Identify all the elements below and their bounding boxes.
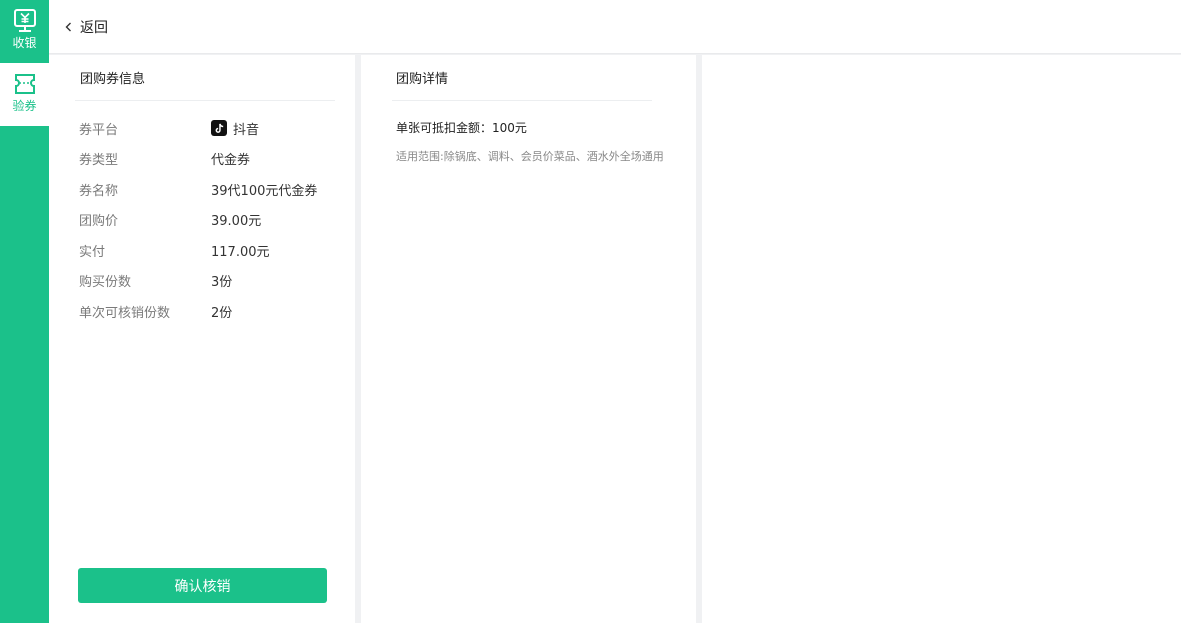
info-key: 单次可核销份数 xyxy=(79,305,171,321)
platform-name: 抖音 xyxy=(233,122,260,138)
ticket-verify-icon xyxy=(14,74,35,94)
info-row-name: 券名称 39代100元代金券 xyxy=(49,174,355,205)
info-key: 券平台 xyxy=(79,122,119,138)
panel-title: 团购详情 xyxy=(392,55,652,101)
info-value: 代金券 xyxy=(211,153,251,169)
info-value: 2份 xyxy=(211,305,233,321)
back-button[interactable]: 返回 xyxy=(63,17,108,37)
sidebar: 收银 验券 xyxy=(0,0,49,623)
sidebar-item-label: 验券 xyxy=(12,99,37,113)
sidebar-item-cashier[interactable]: 收银 xyxy=(0,0,49,63)
sidebar-item-label: 收银 xyxy=(12,36,37,50)
info-key: 券类型 xyxy=(79,153,119,169)
info-value: 39.00元 xyxy=(211,214,262,230)
tiktok-logo-icon xyxy=(211,120,227,137)
cashier-monitor-icon xyxy=(13,9,36,32)
info-row-paid: 实付 117.00元 xyxy=(49,235,355,266)
group-detail-panel: 团购详情 单张可抵扣金额：100元 适用范围:除锅底、调料、会员价菜品、酒水外全… xyxy=(361,55,696,623)
info-row-redeem-limit: 单次可核销份数 2份 xyxy=(49,296,355,327)
back-label: 返回 xyxy=(80,19,108,36)
info-key: 券名称 xyxy=(79,183,119,199)
info-list: 券平台 抖音 券类型 代金券 券名称 39代100元代金券 团购价 39.00元 xyxy=(49,101,355,327)
detail-body: 单张可抵扣金额：100元 适用范围:除锅底、调料、会员价菜品、酒水外全场通用 xyxy=(361,101,696,164)
info-row-platform: 券平台 抖音 xyxy=(49,113,355,144)
info-key: 实付 xyxy=(79,244,106,260)
deduct-amount-text: 单张可抵扣金额：100元 xyxy=(396,121,527,135)
usage-scope-text: 适用范围:除锅底、调料、会员价菜品、酒水外全场通用 xyxy=(396,150,664,163)
info-value: 抖音 xyxy=(211,119,259,138)
empty-panel xyxy=(702,55,1181,623)
info-key: 购买份数 xyxy=(79,275,132,291)
info-value: 39代100元代金券 xyxy=(211,183,318,199)
info-value: 3份 xyxy=(211,275,233,291)
info-row-quantity: 购买份数 3份 xyxy=(49,266,355,297)
voucher-info-panel: 团购券信息 券平台 抖音 券类型 代金券 券名称 39代100元代金券 团购价 … xyxy=(49,55,355,623)
sidebar-item-verify[interactable]: 验券 xyxy=(0,63,49,126)
info-row-group-price: 团购价 39.00元 xyxy=(49,205,355,236)
top-bar: 返回 xyxy=(49,0,1181,54)
confirm-redeem-button[interactable]: 确认核销 xyxy=(78,568,327,603)
info-key: 团购价 xyxy=(79,214,119,230)
info-value: 117.00元 xyxy=(211,244,270,260)
panel-title: 团购券信息 xyxy=(75,55,335,101)
info-row-type: 券类型 代金券 xyxy=(49,144,355,175)
chevron-left-icon xyxy=(65,22,71,31)
